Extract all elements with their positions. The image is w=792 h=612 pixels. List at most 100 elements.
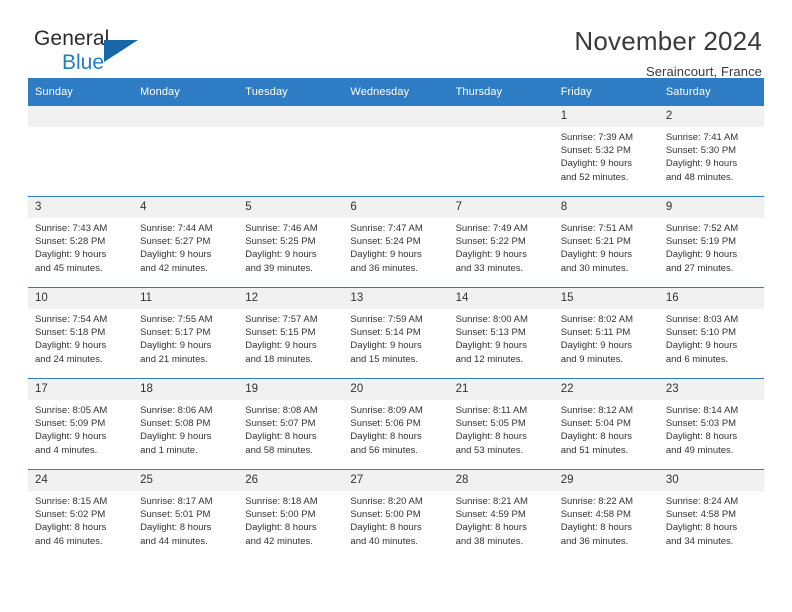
day-number: 28 bbox=[448, 470, 554, 491]
calendar-cell-empty bbox=[28, 106, 134, 197]
weekday-header-thursday: Thursday bbox=[448, 78, 554, 106]
calendar-cell-empty bbox=[448, 106, 554, 197]
calendar-cell-day-13[interactable]: 13 Sunrise: 7:59 AM Sunset: 5:14 PM Dayligh… bbox=[343, 287, 449, 379]
sunrise-text: Sunrise: 8:18 AM bbox=[245, 496, 318, 507]
calendar-week-row: 3 Sunrise: 7:43 AM Sunset: 5:28 PM Daylight… bbox=[28, 196, 764, 288]
sunrise-text: Sunrise: 7:41 AM bbox=[665, 132, 739, 143]
day-details: Sunrise: 8:02 AM Sunset: 5:11 PM Daylight:… bbox=[554, 309, 659, 366]
daylight-text-line2: and 51 minutes. bbox=[560, 444, 629, 456]
daylight-text-line1: Daylight: 9 hours bbox=[35, 340, 107, 352]
weekday-header-monday: Monday bbox=[133, 78, 239, 106]
daylight-text-line2: and 56 minutes. bbox=[350, 444, 419, 456]
sunrise-text: Sunrise: 7:54 AM bbox=[35, 314, 108, 325]
calendar-cell-day-8[interactable]: 8 Sunrise: 7:51 AM Sunset: 5:21 PM Daylight… bbox=[553, 196, 659, 288]
day-number: 19 bbox=[238, 379, 344, 400]
sunrise-text: Sunrise: 8:12 AM bbox=[560, 405, 634, 416]
weekday-header-saturday: Saturday bbox=[658, 78, 764, 106]
calendar-cell-day-22[interactable]: 22 Sunrise: 8:12 AM Sunset: 5:04 PM Dayligh… bbox=[553, 378, 659, 470]
calendar-week-row: 17 Sunrise: 8:05 AM Sunset: 5:09 PM Dayligh… bbox=[28, 378, 764, 470]
daylight-text-line1: Daylight: 9 hours bbox=[455, 340, 527, 352]
daylight-text-line1: Daylight: 9 hours bbox=[350, 249, 422, 261]
day-details: Sunrise: 8:14 AM Sunset: 5:03 PM Daylight:… bbox=[659, 400, 764, 457]
daylight-text-line2: and 40 minutes. bbox=[350, 535, 419, 547]
calendar-week-row: 1 Sunrise: 7:39 AM Sunset: 5:32 PM Daylight… bbox=[28, 106, 764, 197]
day-number bbox=[28, 106, 134, 127]
calendar-cell-day-1[interactable]: 1 Sunrise: 7:39 AM Sunset: 5:32 PM Daylight… bbox=[553, 106, 659, 197]
sunset-text: Sunset: 5:00 PM bbox=[245, 509, 316, 521]
calendar-cell-day-20[interactable]: 20 Sunrise: 8:09 AM Sunset: 5:06 PM Dayligh… bbox=[343, 378, 449, 470]
day-number: 8 bbox=[553, 197, 659, 218]
calendar-cell-day-2[interactable]: 2 Sunrise: 7:41 AM Sunset: 5:30 PM Daylight… bbox=[658, 106, 764, 197]
day-details: Sunrise: 7:47 AM Sunset: 5:24 PM Daylight:… bbox=[343, 218, 448, 275]
calendar-cell-day-17[interactable]: 17 Sunrise: 8:05 AM Sunset: 5:09 PM Dayligh… bbox=[28, 378, 134, 470]
daylight-text-line1: Daylight: 8 hours bbox=[560, 431, 632, 443]
daylight-text-line2: and 39 minutes. bbox=[245, 262, 313, 274]
calendar-cell-day-12[interactable]: 12 Sunrise: 7:57 AM Sunset: 5:15 PM Dayligh… bbox=[238, 287, 344, 379]
calendar-cell-day-28[interactable]: 28 Sunrise: 8:21 AM Sunset: 4:59 PM Dayligh… bbox=[448, 469, 554, 560]
calendar-cell-day-19[interactable]: 19 Sunrise: 8:08 AM Sunset: 5:07 PM Dayligh… bbox=[238, 378, 344, 470]
daylight-text-line2: and 18 minutes. bbox=[245, 353, 313, 365]
calendar-cell-day-6[interactable]: 6 Sunrise: 7:47 AM Sunset: 5:24 PM Daylight… bbox=[343, 196, 449, 288]
calendar-cell-day-9[interactable]: 9 Sunrise: 7:52 AM Sunset: 5:19 PM Daylight… bbox=[658, 196, 764, 288]
weekday-header-tuesday: Tuesday bbox=[238, 78, 344, 106]
daylight-text-line1: Daylight: 9 hours bbox=[455, 249, 527, 261]
calendar-cell-day-26[interactable]: 26 Sunrise: 8:18 AM Sunset: 5:00 PM Dayligh… bbox=[238, 469, 344, 560]
calendar-week-row: 24 Sunrise: 8:15 AM Sunset: 5:02 PM Dayligh… bbox=[28, 469, 764, 560]
daylight-text-line1: Daylight: 8 hours bbox=[665, 431, 738, 443]
daylight-text-line2: and 12 minutes. bbox=[455, 353, 524, 365]
brand-name-general: General bbox=[34, 27, 110, 50]
day-details: Sunrise: 7:52 AM Sunset: 5:19 PM Daylight:… bbox=[659, 218, 764, 275]
calendar-cell-day-10[interactable]: 10 Sunrise: 7:54 AM Sunset: 5:18 PM Dayligh… bbox=[28, 287, 134, 379]
calendar-cell-day-21[interactable]: 21 Sunrise: 8:11 AM Sunset: 5:05 PM Dayligh… bbox=[448, 378, 554, 470]
sunrise-text: Sunrise: 7:44 AM bbox=[140, 223, 213, 234]
calendar-cell-day-30[interactable]: 30 Sunrise: 8:24 AM Sunset: 4:58 PM Dayligh… bbox=[658, 469, 764, 560]
sunset-text: Sunset: 5:22 PM bbox=[455, 236, 526, 248]
calendar-cell-day-14[interactable]: 14 Sunrise: 8:00 AM Sunset: 5:13 PM Dayligh… bbox=[448, 287, 554, 379]
calendar-cell-day-4[interactable]: 4 Sunrise: 7:44 AM Sunset: 5:27 PM Daylight… bbox=[133, 196, 239, 288]
calendar-week-row: 10 Sunrise: 7:54 AM Sunset: 5:18 PM Dayligh… bbox=[28, 287, 764, 379]
calendar-cell-day-3[interactable]: 3 Sunrise: 7:43 AM Sunset: 5:28 PM Daylight… bbox=[28, 196, 134, 288]
calendar-cell-day-25[interactable]: 25 Sunrise: 8:17 AM Sunset: 5:01 PM Dayligh… bbox=[133, 469, 239, 560]
daylight-text-line1: Daylight: 9 hours bbox=[140, 431, 212, 443]
day-details: Sunrise: 8:08 AM Sunset: 5:07 PM Daylight:… bbox=[238, 400, 343, 457]
calendar-cell-day-7[interactable]: 7 Sunrise: 7:49 AM Sunset: 5:22 PM Daylight… bbox=[448, 196, 554, 288]
day-number: 29 bbox=[553, 470, 659, 491]
sunset-text: Sunset: 5:02 PM bbox=[35, 509, 106, 521]
calendar-cell-day-18[interactable]: 18 Sunrise: 8:06 AM Sunset: 5:08 PM Dayligh… bbox=[133, 378, 239, 470]
calendar-table: Sunday Monday Tuesday Wednesday Thursday… bbox=[28, 78, 764, 560]
daylight-text-line1: Daylight: 9 hours bbox=[560, 249, 632, 261]
daylight-text-line2: and 44 minutes. bbox=[140, 535, 208, 547]
calendar-cell-day-16[interactable]: 16 Sunrise: 8:03 AM Sunset: 5:10 PM Dayligh… bbox=[658, 287, 764, 379]
sunset-text: Sunset: 5:14 PM bbox=[350, 327, 421, 339]
calendar-cell-day-24[interactable]: 24 Sunrise: 8:15 AM Sunset: 5:02 PM Dayligh… bbox=[28, 469, 134, 560]
day-number: 15 bbox=[553, 288, 659, 309]
daylight-text-line1: Daylight: 9 hours bbox=[560, 340, 632, 352]
calendar-cell-day-5[interactable]: 5 Sunrise: 7:46 AM Sunset: 5:25 PM Daylight… bbox=[238, 196, 344, 288]
sunrise-text: Sunrise: 8:11 AM bbox=[455, 405, 528, 416]
sunset-text: Sunset: 5:06 PM bbox=[350, 418, 421, 430]
day-number: 25 bbox=[133, 470, 239, 491]
sunrise-text: Sunrise: 7:49 AM bbox=[455, 223, 528, 234]
sunset-text: Sunset: 4:58 PM bbox=[560, 509, 631, 521]
sunset-text: Sunset: 5:30 PM bbox=[665, 145, 737, 157]
day-number: 23 bbox=[658, 379, 764, 400]
calendar-cell-day-29[interactable]: 29 Sunrise: 8:22 AM Sunset: 4:58 PM Dayligh… bbox=[553, 469, 659, 560]
calendar-cell-day-23[interactable]: 23 Sunrise: 8:14 AM Sunset: 5:03 PM Dayligh… bbox=[658, 378, 764, 470]
day-details: Sunrise: 8:24 AM Sunset: 4:58 PM Daylight:… bbox=[659, 491, 764, 548]
calendar-cell-empty bbox=[238, 106, 344, 197]
calendar-cell-day-11[interactable]: 11 Sunrise: 7:55 AM Sunset: 5:17 PM Dayligh… bbox=[133, 287, 239, 379]
calendar-cell-day-15[interactable]: 15 Sunrise: 8:02 AM Sunset: 5:11 PM Dayligh… bbox=[553, 287, 659, 379]
daylight-text-line1: Daylight: 9 hours bbox=[245, 340, 317, 352]
calendar-cell-day-27[interactable]: 27 Sunrise: 8:20 AM Sunset: 5:00 PM Dayligh… bbox=[343, 469, 449, 560]
day-number: 7 bbox=[448, 197, 554, 218]
daylight-text-line2: and 48 minutes. bbox=[665, 171, 734, 183]
daylight-text-line1: Daylight: 9 hours bbox=[350, 340, 422, 352]
day-number: 27 bbox=[343, 470, 449, 491]
calendar-cell-empty bbox=[343, 106, 449, 197]
brand-logo[interactable]: General Blue bbox=[28, 28, 164, 76]
day-number: 14 bbox=[448, 288, 554, 309]
daylight-text-line2: and 9 minutes. bbox=[560, 353, 624, 365]
daylight-text-line1: Daylight: 9 hours bbox=[35, 249, 107, 261]
sunrise-text: Sunrise: 8:09 AM bbox=[350, 405, 423, 416]
daylight-text-line2: and 38 minutes. bbox=[455, 535, 524, 547]
